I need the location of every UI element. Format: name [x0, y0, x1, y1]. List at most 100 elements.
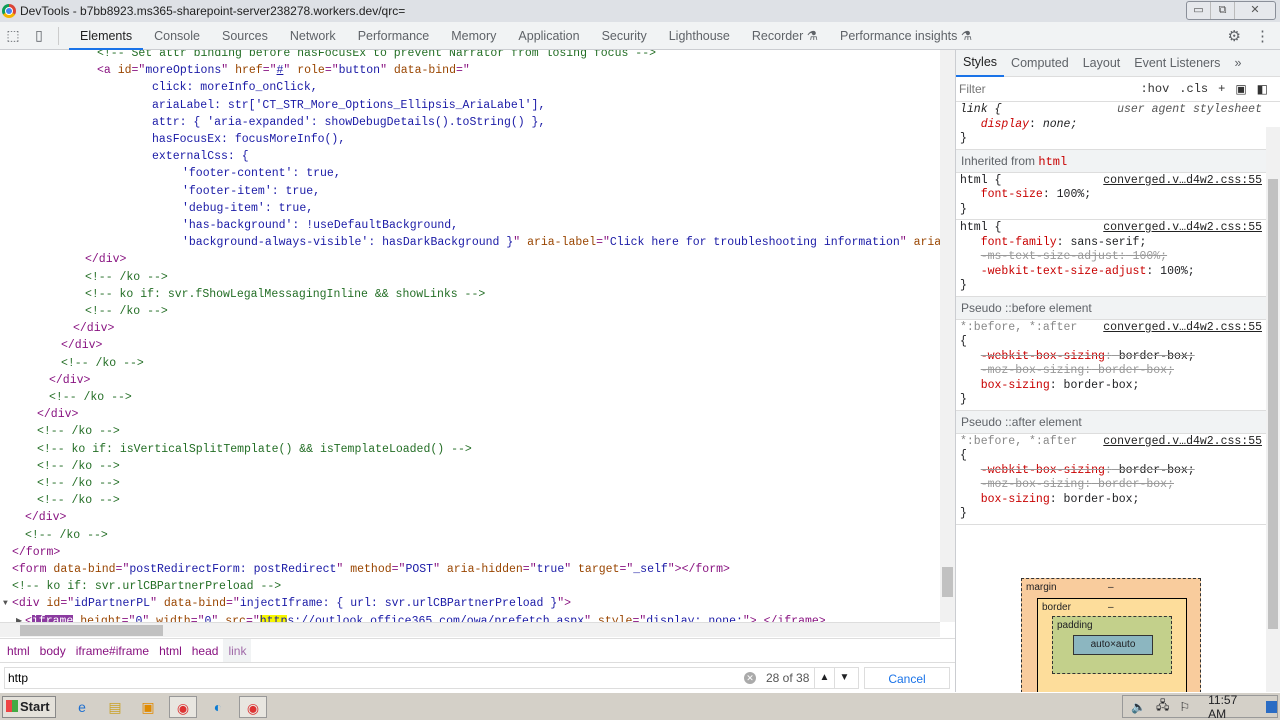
dom-node-line[interactable]: 'footer-content': true,	[182, 165, 341, 182]
inspect-element-icon[interactable]: ⬚	[0, 27, 26, 44]
restore-button[interactable]: ⧉	[1211, 2, 1235, 19]
css-property-overridden[interactable]: -webkit-box-sizing	[981, 350, 1105, 363]
chrome-taskbar-icon-active[interactable]: ◉	[239, 695, 267, 718]
dom-node-line[interactable]: <!-- /ko -->	[37, 423, 120, 440]
search-input[interactable]	[4, 667, 859, 689]
tab-recorder[interactable]: Recorder ⚗	[741, 22, 829, 50]
css-value[interactable]: 100%;	[1126, 250, 1168, 263]
content-size[interactable]: auto×auto	[1073, 635, 1153, 655]
dom-node-line[interactable]: 'debug-item': true,	[182, 200, 313, 217]
tab-lighthouse[interactable]: Lighthouse	[658, 22, 741, 50]
media-player-icon[interactable]: ▣	[136, 696, 160, 718]
rule-source-link[interactable]: converged.v…d4w2.css:55	[1103, 174, 1262, 189]
dom-node-line[interactable]: 'has-background': !useDefaultBackground,	[182, 217, 458, 234]
dom-node-line[interactable]: </div>	[61, 337, 102, 354]
breadcrumb-item[interactable]: html	[154, 639, 187, 663]
css-value[interactable]: border-box;	[1057, 493, 1140, 506]
tab-security[interactable]: Security	[591, 22, 658, 50]
start-button[interactable]: Start	[2, 695, 56, 718]
css-property[interactable]: box-sizing	[981, 379, 1050, 392]
flag-icon[interactable]: ⚐	[1179, 700, 1190, 714]
new-style-rule-button[interactable]: +	[1218, 82, 1225, 97]
css-value[interactable]: border-box;	[1057, 379, 1140, 392]
dom-node-line[interactable]: <a id="moreOptions" href="#" role="butto…	[97, 62, 470, 79]
rule-source-link[interactable]: converged.v…d4w2.css:55	[1103, 221, 1262, 236]
sidebar-tab-computed[interactable]: Computed	[1004, 50, 1076, 77]
dom-node-line[interactable]: <!-- /ko -->	[37, 492, 120, 509]
dom-node-line[interactable]: </div>	[25, 509, 66, 526]
dom-node-line[interactable]: </form>	[12, 544, 60, 561]
expanded-triangle-icon[interactable]: ▼	[3, 595, 8, 612]
close-button[interactable]: ✕	[1235, 2, 1275, 19]
paint-icon[interactable]: ▣	[1235, 82, 1246, 97]
margin-top-value[interactable]: –	[1108, 582, 1114, 593]
dom-node-line[interactable]: ▼ <div id="idPartnerPL" data-bind="inject…	[3, 595, 571, 612]
sidebar-tab-styles[interactable]: Styles	[956, 50, 1005, 77]
styles-filter-input[interactable]	[959, 78, 1099, 100]
css-value[interactable]: border-box;	[1112, 464, 1195, 477]
hover-state-toggle[interactable]: :hov	[1140, 82, 1169, 97]
dom-node-line[interactable]: </div>	[85, 251, 126, 268]
dom-node-line[interactable]: <form data-bind="postRedirectForm: postR…	[12, 561, 730, 578]
previous-match-button[interactable]: ▲	[814, 667, 834, 689]
css-property[interactable]: font-size	[981, 188, 1043, 201]
breadcrumb-item[interactable]: link	[223, 638, 252, 663]
css-value[interactable]: border-box;	[1112, 350, 1195, 363]
dom-node-line[interactable]: </div>	[37, 406, 78, 423]
css-property[interactable]: -webkit-text-size-adjust	[981, 265, 1147, 278]
gear-icon[interactable]: ⚙	[1228, 27, 1241, 45]
tab-memory[interactable]: Memory	[440, 22, 507, 50]
tab-performance-insights[interactable]: Performance insights ⚗	[829, 22, 983, 50]
chrome-taskbar-icon[interactable]: ◉	[169, 695, 197, 718]
dom-node-line[interactable]: <!-- ko if: svr.fShowLegalMessagingInlin…	[85, 286, 485, 303]
folder-icon[interactable]: ▤	[103, 696, 127, 718]
dom-node-line[interactable]: attr: { 'aria-expanded': showDebugDetail…	[152, 114, 545, 131]
css-property-overridden[interactable]: -ms-text-size-adjust	[981, 250, 1119, 263]
breadcrumb-item[interactable]: head	[187, 639, 224, 663]
css-property-overridden[interactable]: -moz-box-sizing	[981, 478, 1085, 491]
tab-performance[interactable]: Performance	[347, 22, 441, 50]
dom-node-line[interactable]: <!-- ko if: isVerticalSplitTemplate() &&…	[37, 441, 472, 458]
dom-node-line[interactable]: </div>	[49, 372, 90, 389]
elements-vertical-scrollbar[interactable]	[940, 50, 955, 622]
dom-node-line[interactable]: <!-- /ko -->	[85, 303, 168, 320]
css-value[interactable]: border-box;	[1091, 478, 1174, 491]
tab-application[interactable]: Application	[507, 22, 590, 50]
dom-node-line[interactable]: <!-- /ko -->	[37, 458, 120, 475]
dom-node-line[interactable]: </div>	[73, 320, 114, 337]
breadcrumb-item[interactable]: iframe#iframe	[71, 639, 154, 663]
breadcrumb-item[interactable]: body	[35, 639, 71, 663]
tab-elements[interactable]: Elements	[69, 22, 144, 50]
toggle-sidebar-icon[interactable]: ◧	[1257, 82, 1268, 97]
next-match-button[interactable]: ▼	[834, 667, 854, 689]
class-toggle[interactable]: .cls	[1179, 82, 1208, 97]
dom-node-line[interactable]: click: moreInfo_onClick,	[152, 79, 318, 96]
breadcrumb-item[interactable]: html	[2, 639, 35, 663]
rule-source-link[interactable]: converged.v…d4w2.css:55	[1103, 321, 1262, 336]
show-desktop-button[interactable]	[1266, 700, 1277, 713]
sidebar-tab-event-listeners[interactable]: Event Listeners	[1127, 50, 1227, 77]
elements-tree[interactable]: <!-- Set attr binding before hasFocusEx …	[0, 50, 940, 622]
collapsed-triangle-icon[interactable]: ▶	[16, 613, 22, 622]
css-value[interactable]: sans-serif;	[1064, 236, 1146, 249]
dom-node-line[interactable]: <!-- /ko -->	[61, 355, 144, 372]
device-toolbar-icon[interactable]: ▯	[26, 27, 52, 44]
dom-node-line[interactable]: <!-- ko if: svr.urlCBPartnerPreload -->	[12, 578, 281, 595]
css-value[interactable]: none;	[1036, 118, 1078, 131]
css-value[interactable]: 100%;	[1050, 188, 1092, 201]
tab-network[interactable]: Network	[279, 22, 347, 50]
clear-search-icon[interactable]: ✕	[744, 672, 756, 684]
css-property[interactable]: box-sizing	[981, 493, 1050, 506]
dom-node-line[interactable]: <!-- /ko -->	[25, 527, 108, 544]
dom-node-line[interactable]: <!-- /ko -->	[85, 269, 168, 286]
css-property[interactable]: display	[981, 118, 1029, 131]
internet-explorer-icon[interactable]: e	[70, 696, 94, 718]
inherited-tag-link[interactable]: html	[1038, 155, 1067, 169]
dom-node-line[interactable]: ariaLabel: str['CT_STR_More_Options_Elli…	[152, 97, 545, 114]
clock[interactable]: 11:57 AM	[1208, 693, 1252, 721]
dom-node-line[interactable]: <!-- Set attr binding before hasFocusEx …	[97, 50, 656, 62]
cancel-search-button[interactable]: Cancel	[864, 667, 950, 689]
volume-icon[interactable]: 🔈	[1131, 700, 1146, 714]
edge-icon[interactable]: ◐	[206, 696, 230, 718]
tab-sources[interactable]: Sources	[211, 22, 279, 50]
